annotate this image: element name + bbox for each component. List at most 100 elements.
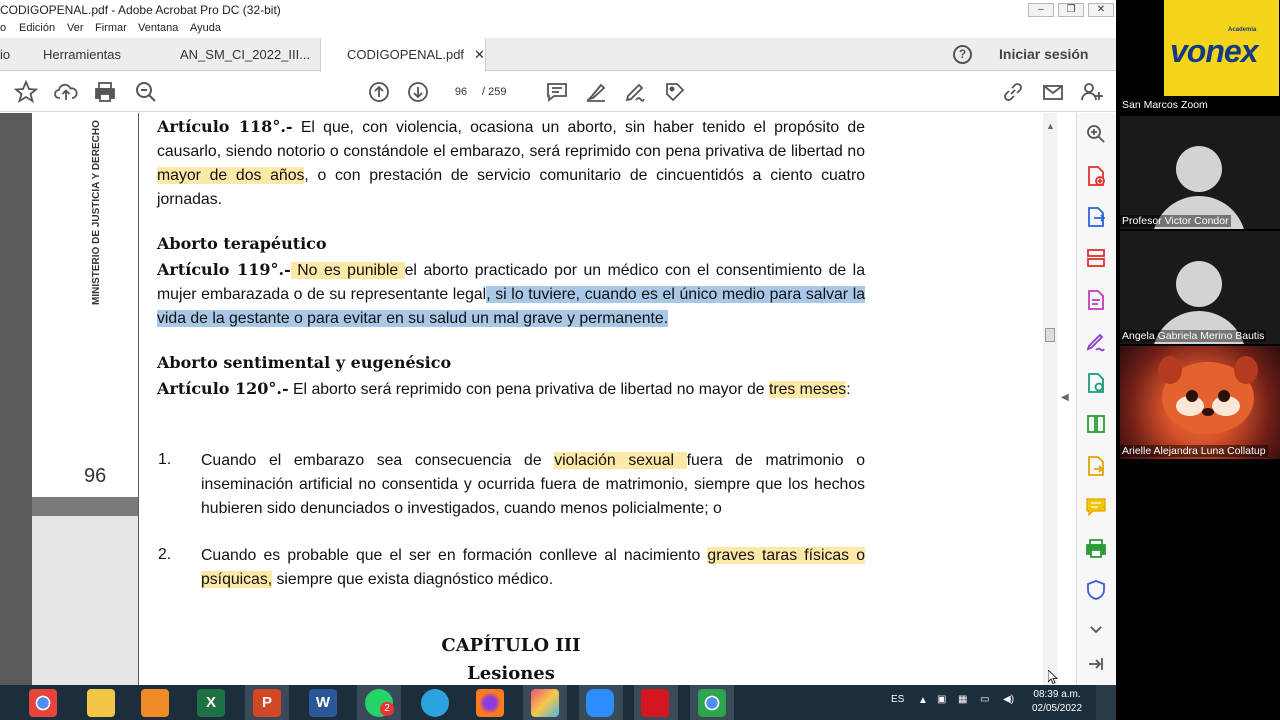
document-viewport[interactable]: MINISTERIO DE JUSTICIA Y DERECHO 96 Artí… bbox=[0, 113, 1043, 685]
language-indicator[interactable]: ES bbox=[891, 694, 904, 705]
telegram-taskbar-icon[interactable] bbox=[421, 689, 449, 717]
maximize-button[interactable]: ❐ bbox=[1058, 3, 1084, 17]
menu-ventana[interactable]: Ventana bbox=[138, 22, 178, 34]
menu-archivo[interactable]: o bbox=[0, 22, 6, 34]
video-tile-victor-condor[interactable]: Profesor Victor Condor bbox=[1120, 116, 1280, 229]
network-icon[interactable]: ▭ bbox=[980, 694, 989, 705]
highlight-pen-icon[interactable] bbox=[584, 80, 608, 104]
menu-ver[interactable]: Ver bbox=[67, 22, 84, 34]
article-118: Artículo 118°.- El que, con violencia, o… bbox=[157, 115, 865, 212]
zoom-taskbar-icon[interactable] bbox=[586, 689, 614, 717]
whatsapp-badge: 2 bbox=[380, 702, 394, 716]
link-icon[interactable] bbox=[1001, 80, 1025, 104]
media-player-taskbar-icon[interactable] bbox=[141, 689, 169, 717]
comment-icon[interactable] bbox=[545, 80, 569, 104]
page-divider bbox=[32, 497, 138, 516]
paint-taskbar-icon[interactable] bbox=[531, 689, 559, 717]
tab-codigopenal-label: CODIGOPENAL.pdf bbox=[347, 47, 465, 62]
edit-pdf-icon[interactable] bbox=[1085, 289, 1107, 311]
whatsapp-taskbar-icon[interactable]: 2 bbox=[365, 689, 394, 717]
upload-cloud-icon[interactable] bbox=[54, 80, 78, 104]
scroll-thumb[interactable] bbox=[1045, 328, 1055, 342]
acrobat-taskbar-icon[interactable] bbox=[641, 689, 669, 717]
highlight-mayor-dos-anos: mayor de dos años bbox=[157, 167, 305, 184]
tray-chevron-icon[interactable]: ▲ bbox=[918, 695, 928, 706]
vertical-scrollbar[interactable]: ▲ bbox=[1043, 113, 1057, 685]
word-taskbar-icon[interactable]: W bbox=[309, 689, 337, 717]
organize-pages-icon[interactable] bbox=[1085, 247, 1107, 269]
list-item-1-number: 1. bbox=[158, 451, 172, 468]
show-desktop-button[interactable] bbox=[1096, 685, 1116, 720]
next-page-icon[interactable] bbox=[406, 80, 430, 104]
page-total: / 259 bbox=[482, 86, 507, 98]
chrome-profile-taskbar-icon[interactable] bbox=[698, 689, 726, 717]
page-number-input[interactable]: 96 bbox=[446, 81, 476, 103]
hide-panel-icon[interactable] bbox=[1085, 653, 1107, 675]
print-production-icon[interactable] bbox=[1085, 538, 1107, 560]
video-tile-arielle-luna[interactable]: Arielle Alejandra Luna Collatup bbox=[1120, 346, 1280, 459]
menu-bar: o Edición Ver Firmar Ventana Ayuda bbox=[0, 20, 1116, 38]
firefox-taskbar-icon[interactable] bbox=[476, 689, 504, 717]
title-bar: CODIGOPENAL.pdf - Adobe Acrobat Pro DC (… bbox=[0, 0, 1116, 20]
zoom-search-icon[interactable] bbox=[134, 80, 158, 104]
file-explorer-taskbar-icon[interactable] bbox=[87, 689, 115, 717]
list-item-1-text-1: Cuando el embarazo sea consecuencia de bbox=[201, 452, 555, 469]
article-120-text-1: El aborto será reprimido con pena privat… bbox=[288, 381, 769, 398]
tray-security-icon[interactable]: ▦ bbox=[958, 694, 967, 705]
heading-aborto-sentimental: Aborto sentimental y eugenésico bbox=[157, 353, 452, 372]
article-120: Artículo 120°.- El aborto será reprimido… bbox=[157, 377, 865, 402]
create-pdf-icon[interactable] bbox=[1085, 165, 1107, 187]
menu-edicion[interactable]: Edición bbox=[19, 22, 55, 34]
highlight-no-es-punible: No es punible bbox=[290, 262, 405, 279]
avatar-head bbox=[1176, 146, 1222, 192]
chrome-taskbar-icon[interactable] bbox=[29, 689, 57, 717]
previous-page-margin bbox=[32, 113, 138, 513]
scroll-up-icon[interactable]: ▲ bbox=[1046, 121, 1055, 131]
fill-sign-icon[interactable] bbox=[1085, 330, 1107, 352]
sign-in-link[interactable]: Iniciar sesión bbox=[999, 46, 1088, 62]
draw-sign-icon[interactable] bbox=[623, 80, 647, 104]
participant-name: San Marcos Zoom bbox=[1120, 99, 1210, 111]
zoom-icon[interactable] bbox=[1085, 123, 1107, 145]
tab-document-an-sm[interactable]: AN_SM_CI_2022_III... bbox=[180, 38, 310, 71]
menu-firmar[interactable]: Firmar bbox=[95, 22, 127, 34]
tray-app-icon[interactable]: ▣ bbox=[937, 694, 946, 705]
enhance-scan-icon[interactable] bbox=[1085, 372, 1107, 394]
powerpoint-taskbar-icon[interactable]: P bbox=[253, 689, 281, 717]
star-icon[interactable] bbox=[13, 79, 39, 104]
participant-name: Angela Gabriela Merino Bautis bbox=[1120, 330, 1267, 342]
tab-home[interactable]: io bbox=[0, 38, 10, 71]
window-title: CODIGOPENAL.pdf - Adobe Acrobat Pro DC (… bbox=[0, 3, 281, 17]
send-review-icon[interactable] bbox=[1085, 455, 1107, 477]
print-icon[interactable] bbox=[93, 80, 117, 104]
video-tile-san-marcos[interactable]: Academia vonex San Marcos Zoom bbox=[1120, 0, 1280, 113]
tab-codigopenal[interactable]: CODIGOPENAL.pdf ✕ bbox=[320, 38, 486, 72]
close-window-button[interactable]: ✕ bbox=[1088, 3, 1114, 17]
compare-files-icon[interactable] bbox=[1085, 413, 1107, 435]
excel-taskbar-icon[interactable]: X bbox=[197, 689, 225, 717]
export-pdf-icon[interactable] bbox=[1085, 206, 1107, 228]
next-page-margin bbox=[32, 516, 138, 685]
list-item-2-text-1: Cuando es probable que el ser en formaci… bbox=[201, 547, 708, 564]
minimize-button[interactable]: – bbox=[1028, 3, 1054, 17]
volume-icon[interactable]: ◀) bbox=[1003, 694, 1014, 705]
collapse-panel-icon[interactable]: ◀ bbox=[1061, 392, 1069, 403]
tab-tools[interactable]: Herramientas bbox=[43, 38, 121, 71]
help-icon[interactable]: ? bbox=[953, 45, 972, 64]
protect-shield-icon[interactable] bbox=[1085, 579, 1107, 601]
list-item-2: Cuando es probable que el ser en formaci… bbox=[201, 544, 865, 592]
comment-panel-icon[interactable] bbox=[1085, 496, 1107, 518]
highlight-tres-meses: tres meses bbox=[768, 381, 847, 398]
previous-page-icon[interactable] bbox=[367, 80, 391, 104]
stamp-icon[interactable] bbox=[663, 80, 687, 104]
close-tab-icon[interactable]: ✕ bbox=[474, 47, 485, 62]
video-tile-angela-merino[interactable]: Angela Gabriela Merino Bautis bbox=[1120, 231, 1280, 344]
participant-name: Profesor Victor Condor bbox=[1120, 215, 1231, 227]
list-item-1: Cuando el embarazo sea consecuencia de v… bbox=[201, 449, 865, 521]
menu-ayuda[interactable]: Ayuda bbox=[190, 22, 221, 34]
clock[interactable]: 08:39 a.m. 02/05/2022 bbox=[1032, 688, 1082, 716]
add-user-icon[interactable] bbox=[1080, 80, 1104, 104]
page-number-label: 96 bbox=[84, 465, 107, 487]
more-tools-chevron-icon[interactable] bbox=[1085, 619, 1107, 641]
email-icon[interactable] bbox=[1041, 80, 1065, 104]
